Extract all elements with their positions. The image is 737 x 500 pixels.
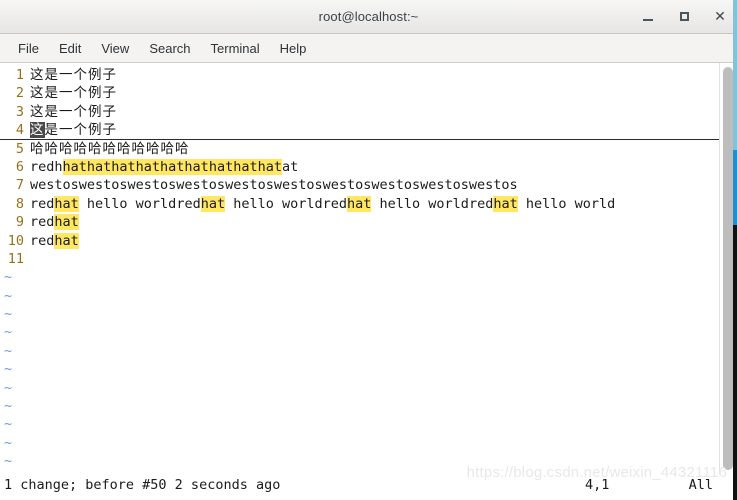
editor-line[interactable]: 4 这是一个例子 (0, 121, 719, 140)
maximize-button[interactable] (675, 8, 693, 26)
line-number: 5 (15, 140, 24, 157)
line-content: 哈哈哈哈哈哈哈哈哈哈哈 (30, 140, 190, 158)
empty-line-marker: ~ (4, 379, 13, 396)
text-span: hello worldred (371, 195, 494, 212)
text-span: hello worldred (78, 195, 201, 212)
minimize-button[interactable] (639, 8, 657, 26)
scroll-indicator: All (688, 477, 713, 493)
empty-line-marker: ~ (4, 324, 13, 341)
minimize-icon (643, 19, 653, 21)
title-bar: root@localhost:~ ✕ (0, 0, 737, 34)
menu-item-edit[interactable]: Edit (49, 38, 91, 59)
search-match-highlight: hat (54, 195, 79, 212)
text-span: red (30, 195, 55, 212)
line-content: redhat (30, 232, 79, 250)
line-number: 2 (15, 85, 24, 102)
line-content: 这是一个例子 (30, 84, 117, 102)
search-match-highlight: hat (493, 195, 518, 212)
menu-item-file[interactable]: File (8, 38, 49, 59)
status-message: 1 change; before #50 2 seconds ago (4, 477, 281, 493)
line-number: 7 (15, 177, 24, 194)
cursor-position: 4,1 (585, 477, 610, 493)
editor-line[interactable]: 7 westoswestoswestoswestoswestoswestoswes… (0, 176, 719, 194)
line-content: redhhathathathathathathathathatat (30, 158, 298, 176)
empty-line-marker: ~ (4, 269, 13, 286)
search-match-highlight: hat (54, 232, 79, 249)
editor-line[interactable]: 9 redhat (0, 213, 719, 231)
desktop-edge-strip (733, 0, 737, 500)
search-match-highlight: hat (347, 195, 372, 212)
editor-line[interactable]: 1 这是一个例子 (0, 66, 719, 84)
editor-line[interactable]: 3 这是一个例子 (0, 103, 719, 121)
line-content: redhat hello worldredhat hello worldredh… (30, 195, 615, 213)
editor-line[interactable]: 11 (0, 250, 719, 268)
empty-line-marker: ~ (4, 361, 13, 378)
window-title: root@localhost:~ (318, 9, 419, 24)
menu-item-view[interactable]: View (91, 38, 139, 59)
search-match-highlight: hathathathathathathathathat (62, 158, 282, 175)
line-number: 8 (15, 195, 24, 212)
empty-line-marker: ~ (4, 306, 13, 323)
text-span: 哈哈哈哈哈哈哈哈哈哈哈 (30, 140, 190, 157)
line-content: 这是一个例子 (30, 66, 117, 84)
empty-line-marker: ~ (4, 416, 13, 433)
editor-line[interactable]: 6 redhhathathathathathathathathatat (0, 158, 719, 176)
scrollbar-thumb[interactable] (723, 67, 733, 470)
empty-line-marker: ~ (4, 434, 13, 451)
text-span: hello world (517, 195, 616, 212)
text-span: at (281, 158, 299, 175)
status-bar: 1 change; before #50 2 seconds ago 4,1 A… (0, 464, 737, 500)
line-content: westoswestoswestoswestoswestoswestoswest… (30, 176, 518, 194)
empty-line-marker: ~ (4, 287, 13, 304)
line-number: 6 (15, 158, 24, 175)
menu-item-terminal[interactable]: Terminal (201, 38, 270, 59)
editor-line[interactable]: 10 redhat (0, 232, 719, 250)
empty-line-marker: ~ (4, 342, 13, 359)
text-span: 这是一个例子 (30, 67, 117, 83)
window-controls: ✕ (639, 0, 729, 33)
text-span: westoswestoswestoswestoswestoswestoswest… (30, 177, 518, 194)
editor-line[interactable]: 8 redhat hello worldredhat hello worldred… (0, 195, 719, 213)
search-match-highlight: hat (200, 195, 226, 212)
editor-line[interactable]: 2 这是一个例子 (0, 84, 719, 102)
editor-line[interactable]: 5 哈哈哈哈哈哈哈哈哈哈哈 (0, 140, 719, 158)
terminal-area[interactable]: 1 这是一个例子 2 这是一个例子 3 这是一个例子 4 这是一个例子 5 哈哈哈哈哈哈哈哈哈哈哈… (0, 63, 737, 474)
vim-buffer[interactable]: 1 这是一个例子 2 这是一个例子 3 这是一个例子 4 这是一个例子 5 哈哈哈哈哈哈哈哈哈哈哈… (0, 63, 719, 474)
menu-item-search[interactable]: Search (139, 38, 200, 59)
text-cursor: 这 (30, 122, 45, 139)
line-number: 3 (15, 103, 24, 120)
menu-item-help[interactable]: Help (270, 38, 317, 59)
text-span: 这是一个例子 (30, 103, 117, 120)
text-span: red (30, 214, 55, 231)
empty-line-marker: ~ (4, 398, 13, 415)
text-span: 是一个例子 (44, 122, 117, 139)
line-number: 1 (15, 67, 24, 83)
line-number: 10 (7, 232, 24, 249)
line-content: 这是一个例子 (30, 121, 117, 139)
menu-bar: File Edit View Search Terminal Help (0, 34, 737, 63)
text-span: red (30, 232, 55, 249)
line-content: 这是一个例子 (30, 103, 117, 121)
text-span: redh (30, 158, 63, 175)
search-match-highlight: hat (54, 214, 79, 231)
text-span: hello worldred (225, 195, 348, 212)
line-number: 11 (7, 250, 24, 267)
text-span: 这是一个例子 (30, 85, 117, 102)
line-number: 4 (15, 122, 24, 139)
empty-line-marker: ~ (4, 453, 13, 470)
line-content: redhat (30, 213, 79, 231)
maximize-icon (679, 12, 689, 21)
close-button[interactable]: ✕ (711, 8, 729, 26)
close-icon: ✕ (714, 8, 726, 25)
terminal-window: root@localhost:~ ✕ File Edit View Search… (0, 0, 737, 500)
line-number: 9 (15, 214, 24, 231)
